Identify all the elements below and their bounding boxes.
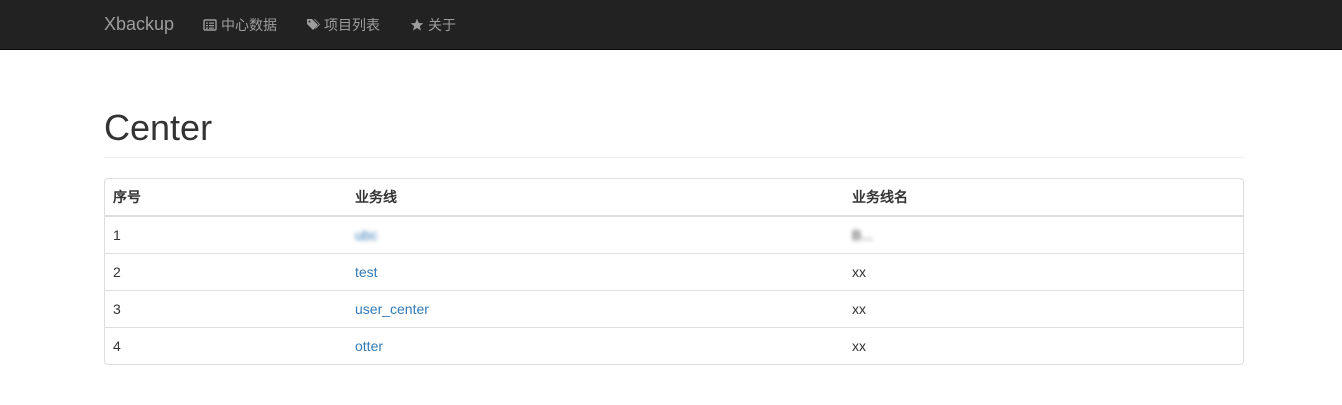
business-line-link[interactable]: user_center: [355, 301, 429, 317]
table-row: 3 user_center xx: [105, 289, 1243, 327]
cell-index: 4: [105, 326, 347, 364]
cell-business-line: otter: [347, 326, 844, 364]
top-navbar: Xbackup 中心数据 项目列表 关于: [0, 0, 1342, 50]
column-header-business-name: 业务线名: [844, 179, 1243, 217]
page-header: Center: [104, 104, 1244, 158]
cell-index: 1: [113, 226, 121, 243]
list-alt-icon: [203, 18, 217, 32]
nav-item-label: 项目列表: [324, 17, 380, 33]
cell-business-line: ubc: [347, 216, 844, 253]
cell-index: 3: [105, 289, 347, 327]
business-line-link[interactable]: otter: [355, 338, 383, 354]
business-name-text: B...: [852, 226, 874, 243]
nav-item-label: 关于: [428, 17, 456, 33]
center-table: 序号 业务线 业务线名 1 ubc B... 2 test xx 3 user_…: [104, 178, 1244, 365]
cell-index: 2: [105, 252, 347, 290]
nav-item-about[interactable]: 关于: [410, 0, 456, 50]
column-header-business-line: 业务线: [347, 179, 844, 217]
cell-business-line: user_center: [347, 289, 844, 327]
page-title: Center: [104, 107, 213, 148]
cell-business-line: test: [347, 252, 844, 290]
nav-item-label: 中心数据: [221, 17, 277, 33]
table-row: 2 test xx: [105, 252, 1243, 290]
cell-business-name: xx: [844, 252, 1243, 290]
nav-item-center-data[interactable]: 中心数据: [203, 0, 277, 50]
table-row: 1 ubc B...: [105, 216, 1243, 253]
cell-business-name: xx: [844, 326, 1243, 364]
brand-link[interactable]: Xbackup: [104, 0, 174, 50]
cell-business-name: B...: [844, 216, 1243, 253]
business-line-link[interactable]: ubc: [355, 227, 378, 243]
cell-business-name: xx: [844, 289, 1243, 327]
table-row: 4 otter xx: [105, 326, 1243, 364]
nav-item-project-list[interactable]: 项目列表: [306, 0, 380, 50]
business-line-link[interactable]: test: [355, 264, 378, 280]
table-header-row: 序号 业务线 业务线名: [105, 179, 1243, 217]
tags-icon: [306, 18, 320, 32]
star-icon: [410, 18, 424, 32]
column-header-index: 序号: [105, 179, 347, 217]
